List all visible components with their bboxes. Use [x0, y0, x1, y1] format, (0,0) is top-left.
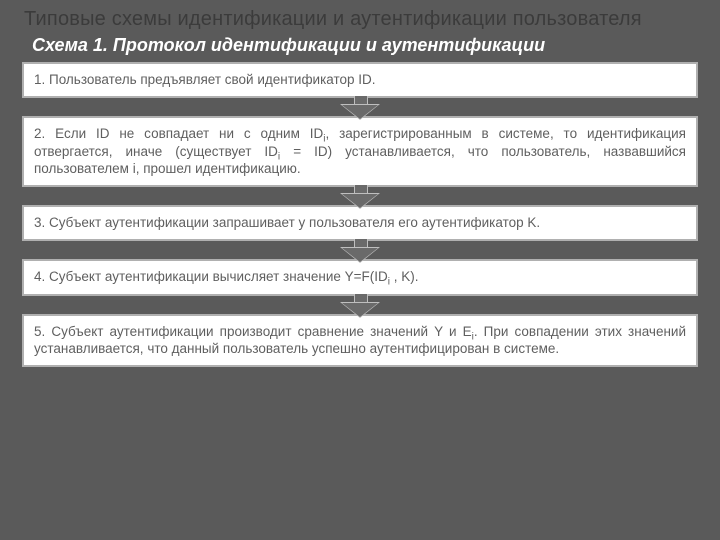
step-1-text: 1. Пользователь предъявляет свой идентиф…: [34, 72, 376, 87]
step-4-text-a: 4. Субъект аутентификации вычисляет знач…: [34, 269, 388, 284]
slide: Типовые схемы идентификации и аутентифик…: [0, 0, 720, 540]
arrow-icon: [336, 96, 384, 118]
step-3: 3. Субъект аутентификации запрашивает у …: [22, 205, 698, 241]
slide-title: Типовые схемы идентификации и аутентифик…: [24, 8, 702, 31]
slide-subtitle: Схема 1. Протокол идентификации и аутент…: [32, 35, 702, 56]
arrow-icon: [336, 294, 384, 316]
arrow-icon: [336, 239, 384, 261]
step-1: 1. Пользователь предъявляет свой идентиф…: [22, 62, 698, 98]
step-5-text-a: 5. Субъект аутентификации производит сра…: [34, 324, 472, 339]
step-3-text: 3. Субъект аутентификации запрашивает у …: [34, 215, 540, 230]
protocol-flow: 1. Пользователь предъявляет свой идентиф…: [18, 62, 702, 367]
step-4: 4. Субъект аутентификации вычисляет знач…: [22, 259, 698, 295]
step-4-text-b: , K).: [390, 269, 419, 284]
step-5: 5. Субъект аутентификации производит сра…: [22, 314, 698, 368]
arrow-icon: [336, 185, 384, 207]
step-2-text-a: 2. Если ID не совпадает ни с одним ID: [34, 126, 323, 141]
step-2: 2. Если ID не совпадает ни с одним IDi, …: [22, 116, 698, 187]
